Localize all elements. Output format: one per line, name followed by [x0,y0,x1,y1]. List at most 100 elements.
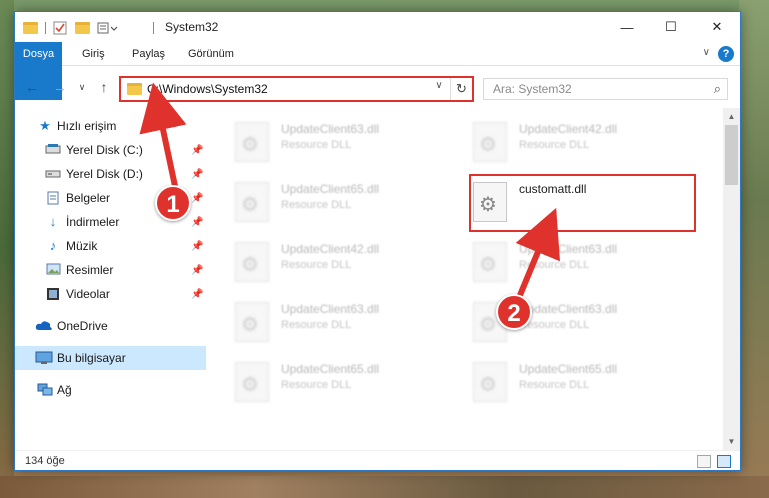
file-list: UpdateClient63.dll Resource DLL UpdateCl… [223,108,721,450]
file-name: UpdateClient63.dll [281,302,380,316]
search-input[interactable]: Ara: System32 ⌕ [483,78,728,100]
status-bar: 134 öğe [15,450,740,472]
step-2-badge: 2 [496,294,532,330]
file-item[interactable]: UpdateClient42.dll Resource DLL [461,116,691,174]
toolbar-dropdown-icon [97,22,118,34]
sidebar-item-music[interactable]: ♪ Müzik 📌 [15,234,206,258]
sidebar-item-label: Hızlı erişim [57,119,117,133]
tab-home[interactable]: Giriş [72,42,115,66]
navigation-pane: ★ Hızlı erişim Yerel Disk (C:) 📌 Yerel D… [15,108,206,450]
help-button[interactable]: ? [718,46,734,62]
forward-button[interactable]: → [51,78,69,96]
sidebar-item-videos[interactable]: Videolar 📌 [15,282,206,306]
desktop-background-left [0,0,14,498]
vertical-scrollbar[interactable]: ▲ ▼ [723,108,740,450]
file-type: Resource DLL [281,259,352,271]
file-type: Resource DLL [519,259,590,271]
file-item[interactable]: UpdateClient65.dll Resource DLL [223,356,453,414]
sidebar-item-onedrive[interactable]: OneDrive [15,314,206,338]
search-placeholder: Ara: System32 [493,82,572,96]
item-count: 134 öğe [25,455,65,467]
up-button[interactable]: ↑ [95,78,113,96]
sidebar-item-network[interactable]: Ağ [15,378,206,402]
scroll-thumb[interactable] [725,125,738,185]
file-name: UpdateClient65.dll [281,362,380,376]
search-icon: ⌕ [713,81,721,96]
music-icon: ♪ [49,238,57,253]
drive-icon [45,143,61,157]
dll-file-icon [473,122,507,162]
explorer-window: System32 — ☐ ✕ Dosya Giriş Paylaş Görünü… [14,11,741,471]
star-icon: ★ [39,118,51,133]
pictures-icon [45,263,61,277]
address-bar[interactable]: C:\Windows\System32 ∨ ↻ [119,76,474,102]
file-item[interactable]: UpdateClient63.dll Resource DLL [461,296,691,354]
pin-icon: 📌 [191,288,204,300]
folder-icon [23,22,38,34]
refresh-button[interactable]: ↻ [450,78,472,100]
pin-icon: 📌 [191,264,204,276]
file-item[interactable]: UpdateClient63.dll Resource DLL [223,116,453,174]
highlight-box [469,174,696,232]
sidebar-item-this-pc[interactable]: Bu bilgisayar [15,346,206,370]
separator [153,22,154,34]
sidebar-item-label: Videolar [66,287,110,301]
window-title: System32 [165,20,219,34]
properties-button[interactable] [53,20,67,36]
checklist-icon [53,21,67,35]
pin-icon: 📌 [191,144,204,156]
scroll-down-icon[interactable]: ▼ [723,433,740,450]
file-name: UpdateClient42.dll [519,122,618,136]
back-button[interactable]: ← [23,78,41,96]
file-name: UpdateClient63.dll [519,302,618,316]
new-folder-button[interactable] [75,20,90,36]
file-item[interactable]: UpdateClient63.dll Resource DLL [223,296,453,354]
maximize-button[interactable]: ☐ [648,12,694,42]
desktop-background-bottom [0,476,769,498]
file-item[interactable]: UpdateClient63.dll Resource DLL [461,236,691,294]
sidebar-item-label: Müzik [66,239,98,253]
file-name: UpdateClient63.dll [281,122,380,136]
step-1-badge: 1 [155,185,191,221]
file-item[interactable]: UpdateClient65.dll Resource DLL [461,356,691,414]
dll-file-icon [473,362,507,402]
pin-icon: 📌 [191,216,204,228]
tab-view[interactable]: Görünüm [178,42,244,66]
tab-share[interactable]: Paylaş [122,42,175,66]
ribbon: Dosya Giriş Paylaş Görünüm ∨ ? [15,42,740,100]
file-name: UpdateClient65.dll [519,362,618,376]
dll-file-icon [473,242,507,282]
dll-file-icon [235,302,269,342]
ribbon-expand-icon[interactable]: ∨ [703,47,710,58]
recent-locations-button[interactable]: ∨ [73,78,91,96]
sidebar-item-quick-access[interactable]: ★ Hızlı erişim [15,114,206,138]
sidebar-item-label: Yerel Disk (C:) [66,143,143,157]
sidebar-item-pictures[interactable]: Resimler 📌 [15,258,206,282]
drive-icon [45,167,61,181]
sidebar-item-label: Resimler [66,263,114,277]
details-view-button[interactable] [697,455,711,468]
cloud-icon [35,319,52,333]
address-dropdown-icon[interactable]: ∨ [432,80,446,91]
file-item[interactable]: UpdateClient65.dll Resource DLL [223,176,453,234]
customize-toolbar-button[interactable] [97,20,119,36]
close-button[interactable]: ✕ [694,12,740,42]
desktop-background-right [739,0,769,498]
sidebar-item-disk-c[interactable]: Yerel Disk (C:) 📌 [15,138,206,162]
download-icon: ↓ [49,214,57,229]
dll-file-icon [235,362,269,402]
file-type: Resource DLL [281,139,352,151]
large-icons-view-button[interactable] [717,455,731,468]
sidebar-item-label: Ağ [57,383,72,397]
file-item[interactable]: UpdateClient42.dll Resource DLL [223,236,453,294]
sidebar-item-disk-d[interactable]: Yerel Disk (D:) 📌 [15,162,206,186]
scroll-up-icon[interactable]: ▲ [723,108,740,125]
sidebar-item-label: İndirmeler [66,215,120,229]
minimize-button[interactable]: — [604,12,650,42]
folder-icon [127,83,142,95]
pin-icon: 📌 [191,168,204,180]
file-type: Resource DLL [519,139,590,151]
file-name: UpdateClient42.dll [281,242,380,256]
dll-file-icon [235,242,269,282]
network-icon [35,383,53,397]
